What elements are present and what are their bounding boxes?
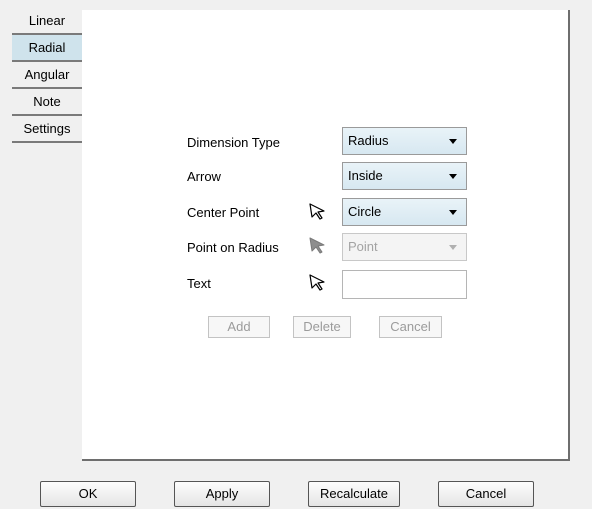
chevron-down-icon (449, 139, 457, 144)
point-on-radius-label: Point on Radius (187, 240, 279, 255)
text-label: Text (187, 276, 211, 291)
recalculate-button[interactable]: Recalculate (308, 481, 400, 507)
panel-cancel-button[interactable]: Cancel (379, 316, 442, 338)
text-input[interactable] (342, 270, 467, 299)
dimension-type-dropdown[interactable]: Radius (342, 127, 467, 155)
tab-linear[interactable]: Linear (12, 8, 82, 35)
pointer-outline-icon[interactable] (308, 273, 326, 291)
point-on-radius-value: Point (348, 239, 378, 254)
center-point-dropdown[interactable]: Circle (342, 198, 467, 226)
chevron-down-icon (449, 245, 457, 250)
point-on-radius-dropdown: Point (342, 233, 467, 261)
dimension-type-label: Dimension Type (187, 135, 280, 150)
delete-button[interactable]: Delete (293, 316, 351, 338)
add-button[interactable]: Add (208, 316, 270, 338)
dimension-type-value: Radius (348, 133, 389, 148)
ok-button[interactable]: OK (40, 481, 136, 507)
chevron-down-icon (449, 210, 457, 215)
tab-angular[interactable]: Angular (12, 62, 82, 89)
arrow-label: Arrow (187, 169, 221, 184)
apply-button[interactable]: Apply (174, 481, 270, 507)
tab-settings[interactable]: Settings (12, 116, 82, 143)
radial-dimension-panel: Dimension Type Radius Arrow Inside Cente… (82, 10, 570, 461)
center-point-value: Circle (348, 204, 382, 219)
arrow-value: Inside (348, 168, 383, 183)
tab-radial[interactable]: Radial (12, 35, 82, 62)
arrow-dropdown[interactable]: Inside (342, 162, 467, 190)
chevron-down-icon (449, 174, 457, 179)
pointer-filled-icon (309, 237, 325, 254)
center-point-label: Center Point (187, 205, 260, 220)
tab-note[interactable]: Note (12, 89, 82, 116)
pointer-outline-icon[interactable] (308, 202, 326, 220)
tab-strip: Linear Radial Angular Note Settings (12, 8, 82, 143)
cancel-button[interactable]: Cancel (438, 481, 534, 507)
